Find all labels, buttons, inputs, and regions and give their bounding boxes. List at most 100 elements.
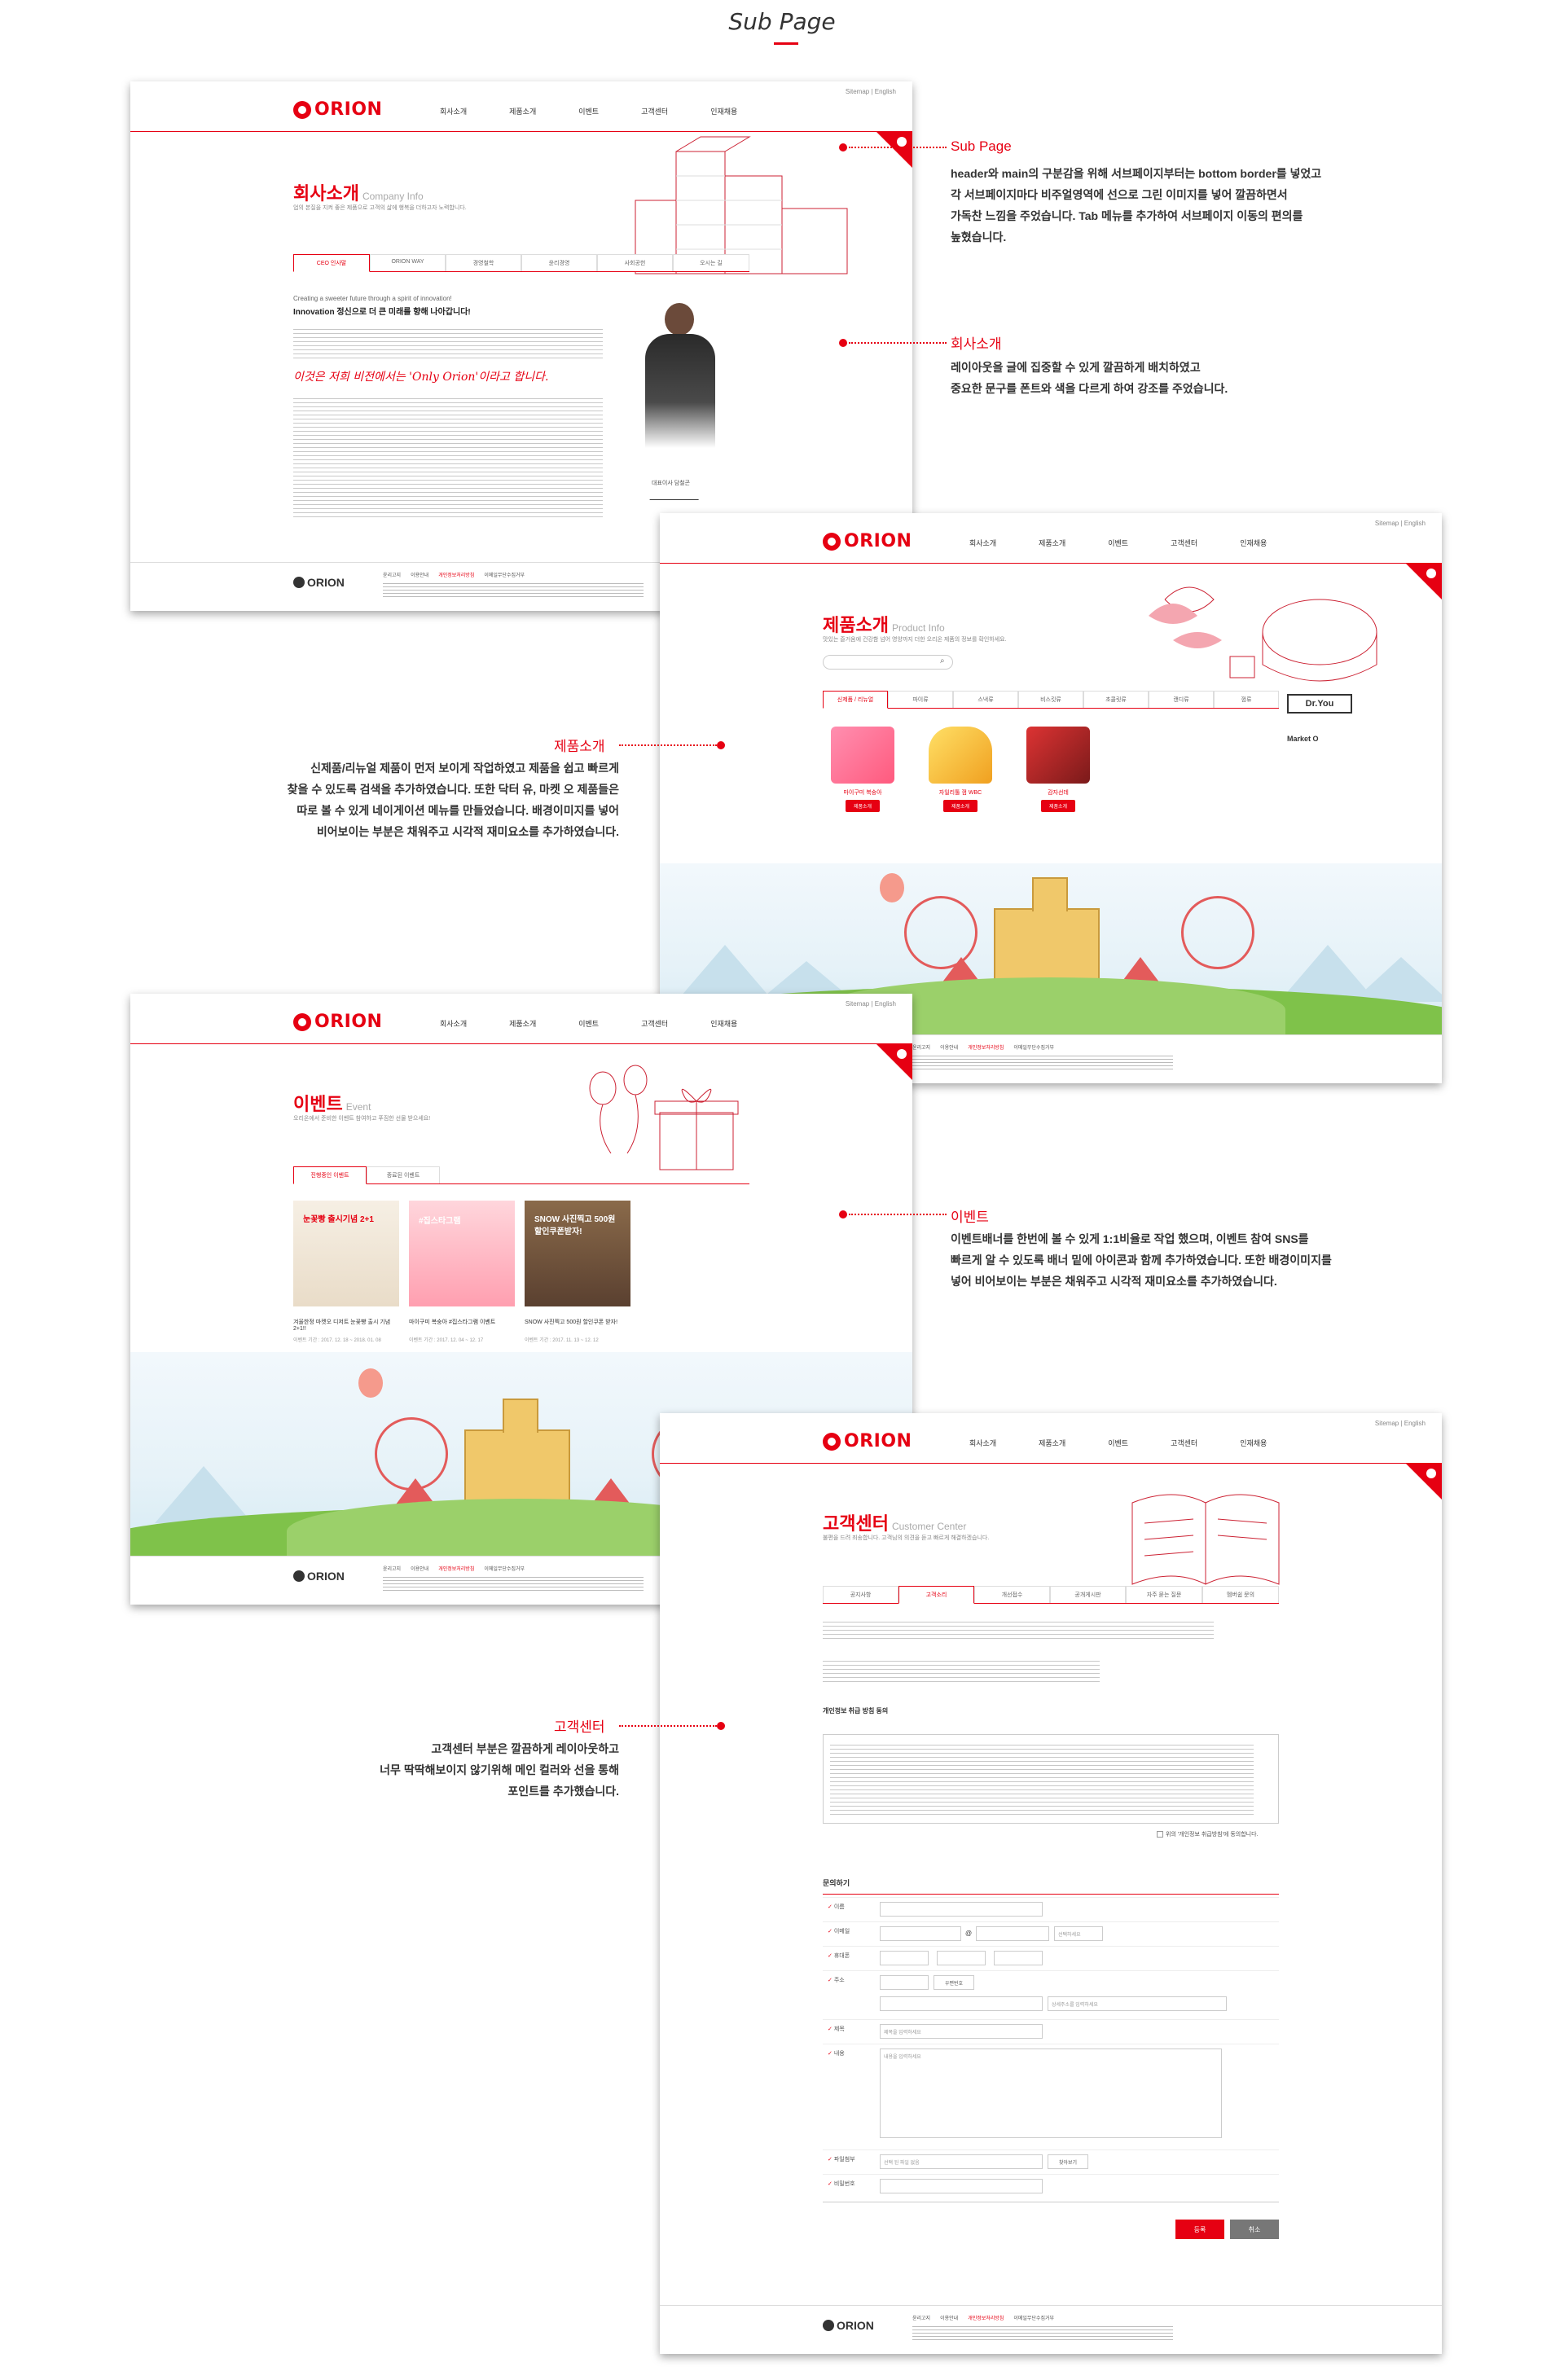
tab-board[interactable]: 공개게시판 <box>1050 1586 1126 1603</box>
phone-field-2[interactable] <box>937 1951 986 1965</box>
nav-item-event[interactable]: 이벤트 <box>1108 1438 1128 1448</box>
footer-link[interactable]: 이용안내 <box>940 1043 958 1051</box>
product-detail-button[interactable]: 제품소개 <box>845 800 881 812</box>
footer-link[interactable]: 이메일무단수집거부 <box>1013 2314 1054 2321</box>
product-detail-button[interactable]: 제품소개 <box>942 800 978 812</box>
agree-checkbox[interactable] <box>1157 1831 1163 1838</box>
product-item[interactable]: 마이구미 복숭아 제품소개 <box>831 727 894 812</box>
product-search-input[interactable] <box>823 655 953 670</box>
submit-button[interactable]: 등록 <box>1175 2220 1224 2239</box>
nav-item-company[interactable]: 회사소개 <box>969 538 996 548</box>
email-domain-select[interactable]: 선택하세요 <box>1054 1926 1103 1941</box>
orion-logo[interactable]: ORION <box>293 1012 382 1032</box>
nav-item-customer[interactable]: 고객센터 <box>641 106 668 116</box>
tab-location[interactable]: 오시는 길 <box>673 254 749 271</box>
orion-logo[interactable]: ORION <box>823 531 912 551</box>
footer-link-privacy[interactable]: 개인정보처리방침 <box>968 2314 1004 2321</box>
tab-ongoing[interactable]: 진행중인 이벤트 <box>293 1166 367 1184</box>
nav-item-product[interactable]: 제품소개 <box>1039 1438 1065 1448</box>
email-id-field[interactable] <box>880 1926 961 1941</box>
nav-item-customer[interactable]: 고객센터 <box>1171 538 1197 548</box>
tab-chocolate[interactable]: 초콜릿류 <box>1083 691 1149 708</box>
phone-field-3[interactable] <box>994 1951 1043 1965</box>
name-field[interactable] <box>880 1902 1043 1917</box>
nav-item-product[interactable]: 제품소개 <box>1039 538 1065 548</box>
footer-link[interactable]: 이용안내 <box>411 1565 428 1572</box>
file-field[interactable]: 선택 된 파일 없음 <box>880 2154 1043 2169</box>
privacy-box[interactable] <box>823 1734 1279 1824</box>
address1-field[interactable] <box>880 1996 1043 2011</box>
tab-ethics[interactable]: 윤리경영 <box>521 254 597 271</box>
tab-ended[interactable]: 종료된 이벤트 <box>367 1166 440 1183</box>
tab-improve[interactable]: 개선접수 <box>974 1586 1050 1603</box>
nav-item-event[interactable]: 이벤트 <box>578 106 599 116</box>
tab-voice[interactable]: 고객소리 <box>898 1586 974 1604</box>
orion-logo[interactable]: ORION <box>823 1431 912 1451</box>
note-dot <box>839 1210 847 1219</box>
nav-item-recruit[interactable]: 인재채용 <box>710 106 737 116</box>
nav-item-customer[interactable]: 고객센터 <box>1171 1438 1197 1448</box>
nav-item-event[interactable]: 이벤트 <box>578 1018 599 1029</box>
product-name: 마이구미 복숭아 <box>843 790 882 796</box>
nav-item-customer[interactable]: 고객센터 <box>641 1018 668 1029</box>
customer-page-shot: Sitemap | English ORION 회사소개 제품소개 이벤트 고객… <box>660 1413 1442 2354</box>
nav-item-event[interactable]: 이벤트 <box>1108 538 1128 548</box>
nav-item-recruit[interactable]: 인재채용 <box>1240 1438 1267 1448</box>
nav-item-product[interactable]: 제품소개 <box>509 106 536 116</box>
tab-ceo[interactable]: CEO 인사말 <box>293 254 370 272</box>
nav-item-company[interactable]: 회사소개 <box>440 106 467 116</box>
tab-biscuit[interactable]: 비스킷류 <box>1018 691 1083 708</box>
footer-link[interactable]: 윤리고지 <box>383 571 401 578</box>
nav-item-company[interactable]: 회사소개 <box>440 1018 467 1029</box>
footer-link[interactable]: 이용안내 <box>940 2314 958 2321</box>
footer-link[interactable]: 이메일무단수집거부 <box>1013 1043 1054 1051</box>
cancel-button[interactable]: 취소 <box>1230 2220 1279 2239</box>
address2-field[interactable]: 상세주소를 입력하세요 <box>1048 1996 1227 2011</box>
footer-link[interactable]: 윤리고지 <box>912 1043 930 1051</box>
side-brand-marketo[interactable]: Market O <box>1287 735 1352 743</box>
title-field[interactable]: 제목을 입력하세요 <box>880 2024 1043 2039</box>
footer-link[interactable]: 이메일무단수집거부 <box>484 1565 525 1572</box>
tab-notice[interactable]: 공지사항 <box>823 1586 898 1603</box>
nav-item-product[interactable]: 제품소개 <box>509 1018 536 1029</box>
search-icon[interactable]: ⌕ <box>940 656 945 665</box>
product-item[interactable]: 자일리톨 껌 WBC 제품소개 <box>929 727 992 812</box>
event-banner[interactable]: 눈꽃빵 출시기념 2+1 겨울한정 마켓오 디저트 눈꽃빵 출시 기념 2+1!… <box>293 1201 399 1343</box>
tab-orion-way[interactable]: ORION WAY <box>370 254 446 271</box>
tab-snack[interactable]: 스낵류 <box>953 691 1018 708</box>
email-domain-field[interactable] <box>976 1926 1049 1941</box>
footer-link[interactable]: 윤리고지 <box>912 2314 930 2321</box>
event-caption: 겨울한정 마켓오 디저트 눈꽃빵 출시 기념 2+1!! <box>293 1320 391 1332</box>
nav-item-recruit[interactable]: 인재채용 <box>710 1018 737 1029</box>
tab-gum[interactable]: 껌류 <box>1214 691 1279 708</box>
tab-new[interactable]: 신제품 / 리뉴얼 <box>823 691 888 709</box>
footer-link[interactable]: 이메일무단수집거부 <box>484 571 525 578</box>
product-detail-button[interactable]: 제품소개 <box>1040 800 1076 812</box>
privacy-agree[interactable]: 위의 '개인정보 취급방침'에 동의합니다. <box>1157 1830 1259 1838</box>
content-textarea[interactable]: 내용을 입력하세요 <box>880 2048 1222 2138</box>
footer-link-privacy[interactable]: 개인정보처리방침 <box>438 1565 474 1572</box>
side-brand-dryou[interactable]: Dr.You <box>1287 694 1352 714</box>
tab-pie[interactable]: 파이류 <box>888 691 953 708</box>
tab-candy[interactable]: 캔디류 <box>1149 691 1214 708</box>
form-title-rule <box>823 1894 1279 1895</box>
product-item[interactable]: 감자선데 제품소개 <box>1026 727 1090 812</box>
orion-logo[interactable]: ORION <box>293 99 382 120</box>
tab-philosophy[interactable]: 경영철학 <box>446 254 521 271</box>
password-field[interactable] <box>880 2179 1043 2193</box>
nav-item-recruit[interactable]: 인재채용 <box>1240 538 1267 548</box>
nav-item-company[interactable]: 회사소개 <box>969 1438 996 1448</box>
footer-link[interactable]: 윤리고지 <box>383 1565 401 1572</box>
footer-link-privacy[interactable]: 개인정보처리방침 <box>968 1043 1004 1051</box>
tab-membership[interactable]: 멤버쉽 문의 <box>1202 1586 1279 1603</box>
tab-faq[interactable]: 자주 묻는 질문 <box>1126 1586 1202 1603</box>
file-find-button[interactable]: 찾아보기 <box>1048 2154 1088 2169</box>
footer-link-privacy[interactable]: 개인정보처리방침 <box>438 571 474 578</box>
event-banner[interactable]: SNOW 사진찍고 500원할인쿠폰받자! SNOW 사진찍고 500원 할인쿠… <box>525 1201 630 1343</box>
zipcode-field[interactable] <box>880 1975 929 1990</box>
event-banner[interactable]: #집스타그램 마이구미 복숭아 #집스타그램 이벤트 이벤트 기간 : 2017… <box>409 1201 515 1343</box>
tab-social[interactable]: 사회공헌 <box>597 254 673 271</box>
phone-field-1[interactable] <box>880 1951 929 1965</box>
zipcode-button[interactable]: 우편번호 <box>934 1975 974 1990</box>
footer-link[interactable]: 이용안내 <box>411 571 428 578</box>
